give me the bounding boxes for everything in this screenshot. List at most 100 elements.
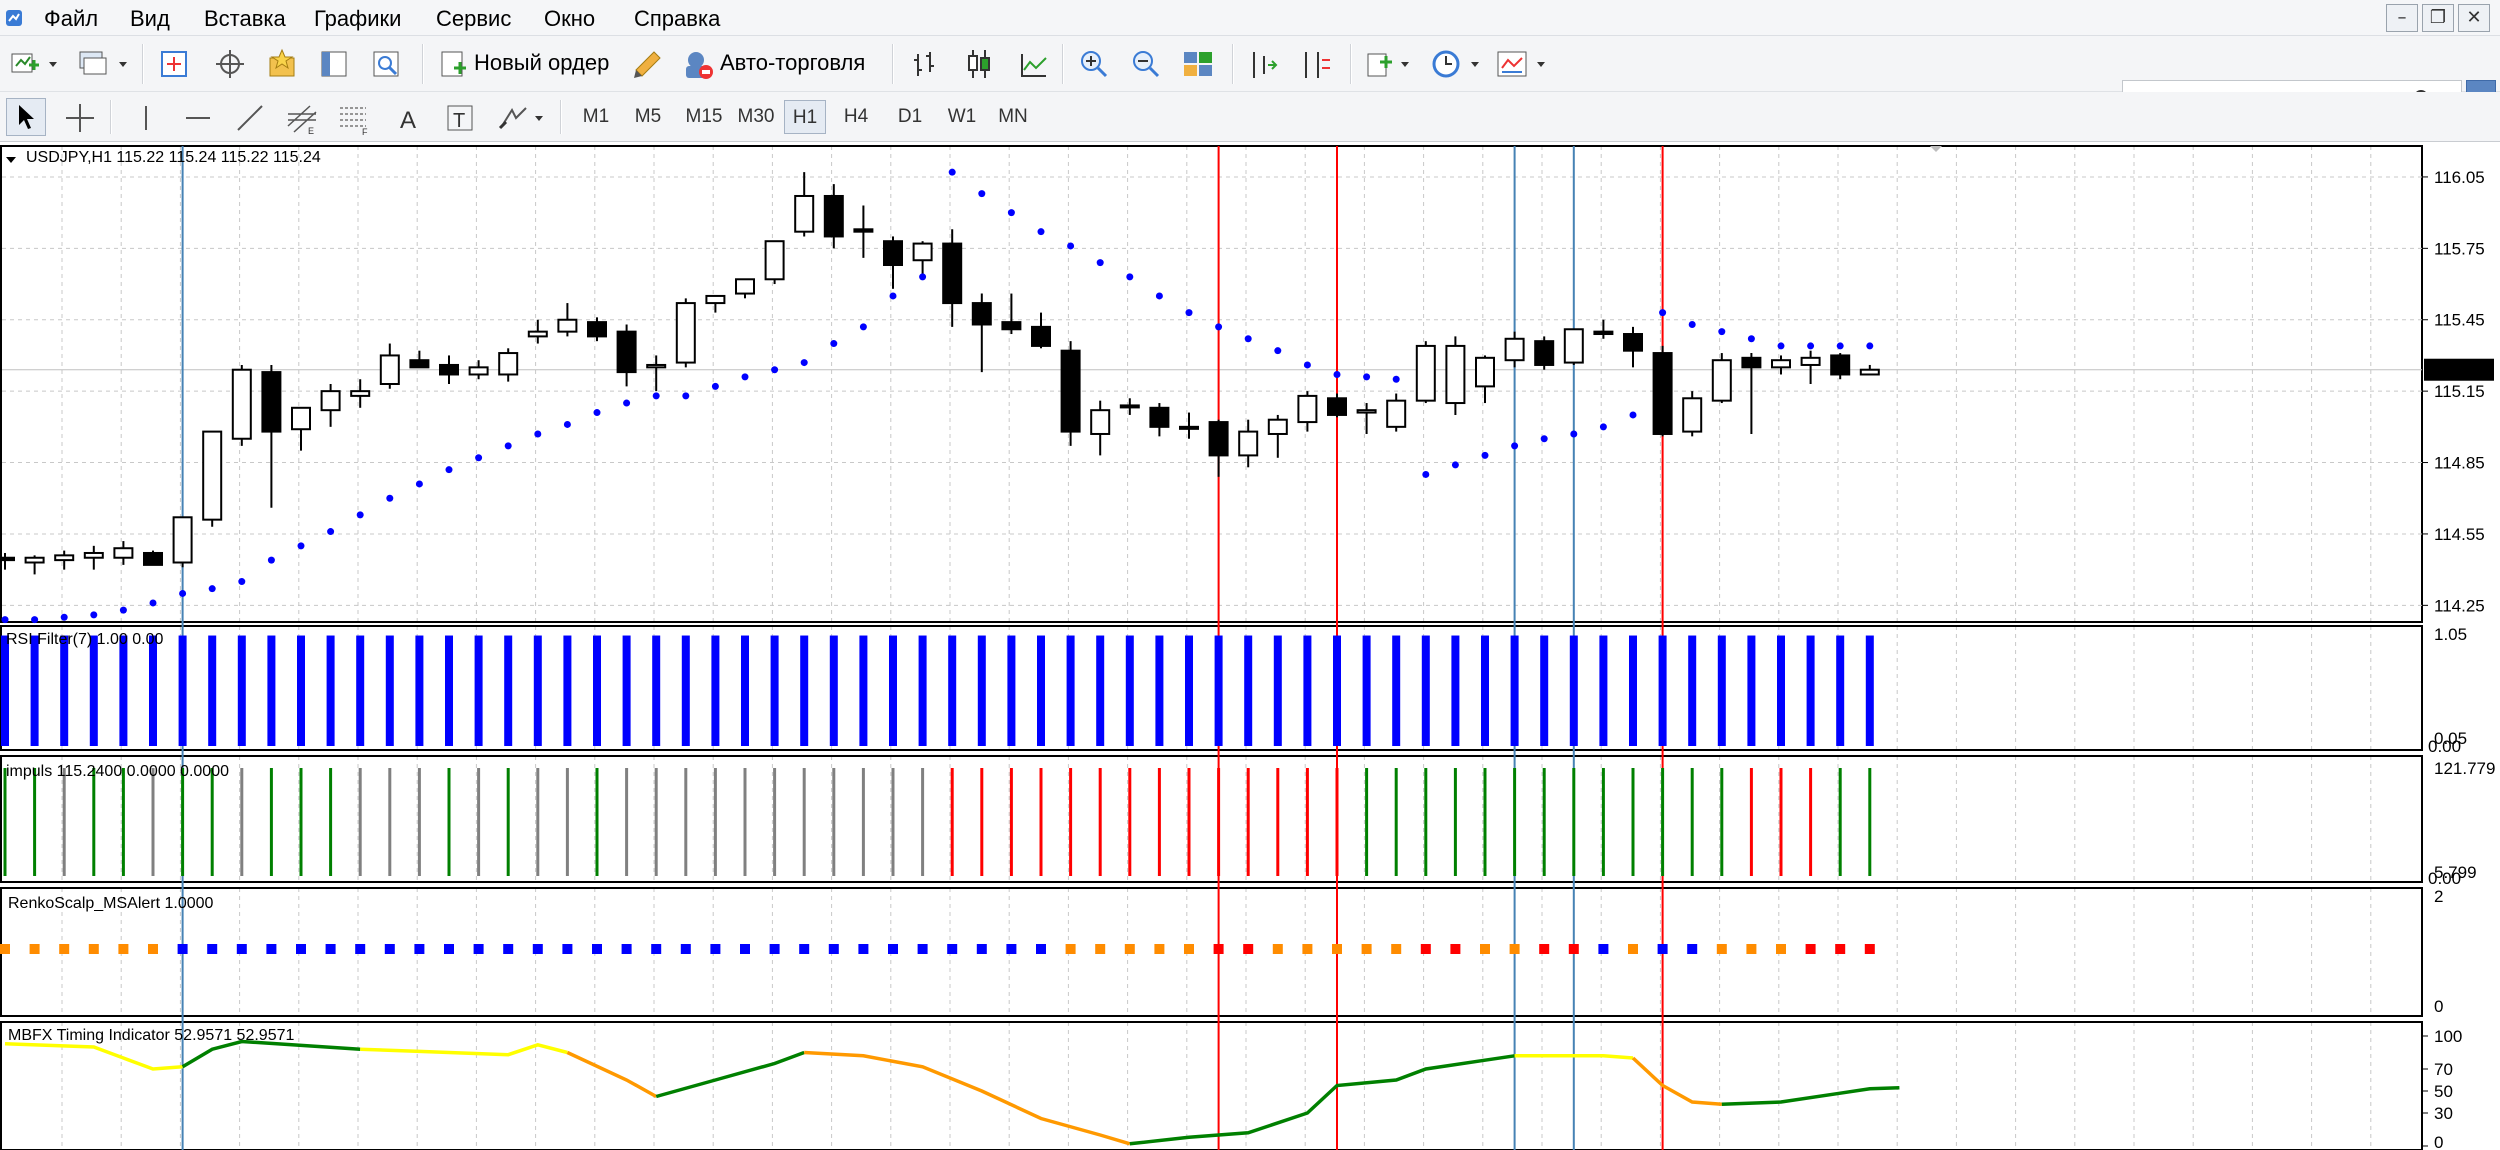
market-watch-icon[interactable] [156, 46, 192, 82]
text-label-icon[interactable]: T [442, 100, 478, 136]
parabolic-sar-dot [297, 542, 305, 550]
timeframe-w1[interactable]: W1 [942, 100, 982, 134]
timeframe-m5[interactable]: M5 [628, 100, 668, 134]
menu-window[interactable]: Окно [540, 6, 599, 32]
favorites-icon[interactable] [264, 46, 300, 82]
horizontal-line-icon[interactable] [180, 100, 216, 136]
parabolic-sar-dot [1126, 273, 1134, 281]
bear-candle [1623, 333, 1643, 352]
periods-clock-icon[interactable] [1428, 46, 1464, 82]
chevron-down-icon[interactable] [532, 104, 546, 132]
indicators-icon[interactable] [1362, 46, 1398, 82]
chart-shift-icon[interactable] [1298, 46, 1334, 82]
rsi-filter-bar [415, 635, 424, 746]
auto-scroll-icon[interactable] [1246, 46, 1282, 82]
menu-charts[interactable]: Графики [310, 6, 405, 32]
equidistant-channel-icon[interactable]: E [284, 100, 320, 136]
close-button[interactable]: ✕ [2458, 4, 2490, 32]
rsi-filter-bar [1451, 635, 1460, 746]
chevron-down-icon[interactable] [46, 50, 60, 78]
parabolic-sar-dot [711, 382, 719, 390]
mbfx-tick-label-1: 70 [2434, 1060, 2453, 1079]
terminal-icon[interactable] [316, 46, 352, 82]
strategy-tester-icon[interactable] [368, 46, 404, 82]
timeframe-mn[interactable]: MN [992, 100, 1034, 134]
renko-signal-dot [888, 944, 898, 954]
zoom-in-icon[interactable] [1076, 46, 1112, 82]
timeframe-h1[interactable]: H1 [784, 100, 826, 134]
tile-windows-icon[interactable] [1180, 46, 1216, 82]
renko-signal-dot [1391, 944, 1402, 954]
zoom-out-icon[interactable] [1128, 46, 1164, 82]
chart-canvas[interactable]: 116.05 115.75 115.45 115.15 114.85 114.55 114.… [0, 142, 2500, 1150]
timeframe-m1[interactable]: M1 [576, 100, 616, 134]
fibonacci-icon[interactable]: F [336, 100, 372, 136]
bear-candle [1741, 356, 1762, 369]
cursor-button[interactable] [6, 98, 46, 136]
crosshair-navigator-icon[interactable] [212, 46, 248, 82]
metaeditor-icon[interactable] [630, 46, 666, 82]
rsi-filter-bar [889, 635, 897, 746]
bull-candle [912, 242, 933, 262]
renko-signal-dot [1272, 944, 1283, 954]
rsi-tick-label-0: 1.05 [2434, 625, 2467, 644]
menu-insert[interactable]: Вставка [200, 6, 290, 32]
minimize-button[interactable]: – [2386, 4, 2418, 32]
bull-candle [1415, 344, 1436, 402]
toolbar-separator [110, 100, 112, 134]
chevron-down-icon[interactable] [116, 50, 130, 78]
rsi-filter-bar [563, 635, 572, 746]
bear-candle [883, 240, 903, 266]
bar-chart-icon[interactable] [908, 46, 944, 82]
chevron-down-icon[interactable] [1398, 50, 1412, 78]
timeframe-d1[interactable]: D1 [890, 100, 930, 134]
parabolic-sar-dot [1599, 423, 1607, 431]
new-order-button[interactable]: Новый ордер [432, 44, 622, 84]
bear-candle [1593, 330, 1614, 336]
renko-signal-dot [1598, 944, 1609, 954]
text-icon[interactable]: A [390, 100, 426, 136]
timeframe-m15[interactable]: M15 [680, 100, 728, 134]
menu-view[interactable]: Вид [126, 6, 174, 32]
y-tick-label-6: 114.25 [2434, 596, 2485, 615]
menu-help[interactable]: Справка [630, 6, 724, 32]
rsi-filter-bar [1007, 635, 1016, 746]
trendline-icon[interactable] [232, 100, 268, 136]
bear-candle [1060, 349, 1081, 433]
vertical-line-icon[interactable] [128, 100, 164, 136]
renko-signal-dot [148, 944, 158, 954]
bull-candle [291, 406, 311, 431]
menu-file[interactable]: Файл [40, 6, 102, 32]
autotrading-button[interactable]: Авто-торговля [678, 44, 882, 84]
rsi-filter-bar [741, 635, 749, 746]
profiles-icon[interactable] [76, 46, 112, 82]
parabolic-sar-dot [1096, 259, 1104, 267]
new-chart-icon[interactable] [8, 46, 44, 82]
renko-signal-dot [325, 944, 336, 954]
chevron-down-icon[interactable] [1534, 50, 1548, 78]
chevron-down-icon[interactable] [1468, 50, 1482, 78]
candlesticks-icon[interactable] [962, 46, 998, 82]
bull-candle [1563, 328, 1584, 364]
crosshair-icon[interactable] [62, 100, 98, 136]
line-chart-icon[interactable] [1016, 46, 1052, 82]
rsi-filter-bar [1717, 635, 1726, 746]
parabolic-sar-dot [771, 366, 779, 374]
renko-signal-dot [1509, 944, 1520, 954]
menu-tools[interactable]: Сервис [432, 6, 515, 32]
rsi-filter-bar [1777, 635, 1785, 746]
timeframe-m30[interactable]: M30 [732, 100, 780, 134]
bull-candle [1356, 409, 1377, 414]
chart-window[interactable]: 116.05 115.75 115.45 115.15 114.85 114.55 114.… [0, 142, 2500, 1150]
rsi-filter-bar [297, 635, 305, 746]
arrows-icon[interactable] [496, 100, 532, 136]
restore-button[interactable]: ❐ [2422, 4, 2454, 32]
rsi-filter-bar [1244, 635, 1253, 746]
timeframe-h4[interactable]: H4 [836, 100, 876, 134]
rsi-filter-bar [1155, 635, 1164, 746]
templates-icon[interactable] [1494, 46, 1530, 82]
rsi-filter-bar [1629, 635, 1637, 746]
rsi-filter-bar [89, 635, 98, 746]
toolbar-separator [560, 100, 562, 134]
renko-signal-dot [1864, 944, 1875, 954]
